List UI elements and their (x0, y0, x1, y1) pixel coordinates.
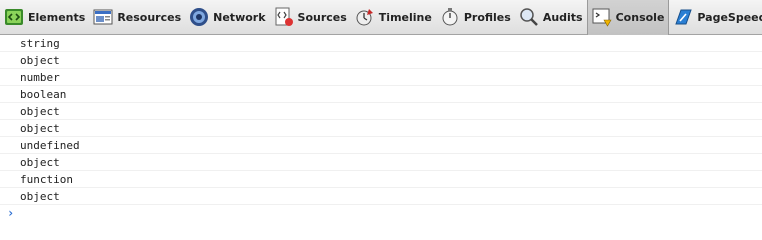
tab-label: Network (213, 10, 266, 24)
console-message: object (0, 154, 762, 171)
console-message: object (0, 52, 762, 69)
network-icon (190, 8, 209, 26)
console-output[interactable]: string object number boolean object obje… (0, 35, 762, 229)
console-message: object (0, 188, 762, 205)
profiles-icon (442, 8, 458, 26)
tab-label: PageSpeed (697, 10, 762, 24)
console-message: number (0, 69, 762, 86)
console-prompt[interactable]: › (0, 205, 762, 222)
tab-audits[interactable]: Audits (515, 0, 587, 35)
tab-sources[interactable]: Sources (270, 0, 351, 35)
tab-label: Profiles (463, 10, 511, 24)
audits-icon (520, 8, 538, 26)
tab-profiles[interactable]: Profiles (436, 0, 515, 35)
tab-elements[interactable]: Elements (0, 0, 89, 35)
tab-resources[interactable]: Resources (89, 0, 185, 35)
tab-label: Sources (297, 10, 347, 24)
timeline-icon (356, 9, 373, 26)
tab-label: Timeline (378, 10, 432, 24)
tab-timeline[interactable]: Timeline (351, 0, 436, 35)
pagespeed-icon (675, 9, 693, 25)
console-message: undefined (0, 137, 762, 154)
console-message: string (0, 35, 762, 52)
tab-label: Console (615, 10, 665, 24)
console-message: boolean (0, 86, 762, 103)
tab-label: Audits (542, 10, 583, 24)
console-message: function (0, 171, 762, 188)
devtools-toolbar: Elements Resources Network Sources Timel… (0, 0, 762, 35)
tab-network[interactable]: Network (185, 0, 269, 35)
resources-icon (93, 9, 113, 25)
elements-icon (5, 9, 23, 25)
tab-label: Resources (117, 10, 182, 24)
prompt-chevron-icon: › (7, 206, 15, 220)
sources-icon (275, 7, 293, 26)
tab-pagespeed[interactable]: PageSpeed (669, 0, 762, 35)
console-icon (592, 8, 612, 27)
console-message: object (0, 103, 762, 120)
tab-console[interactable]: Console (586, 0, 670, 35)
console-message: object (0, 120, 762, 137)
tab-label: Elements (28, 10, 86, 24)
